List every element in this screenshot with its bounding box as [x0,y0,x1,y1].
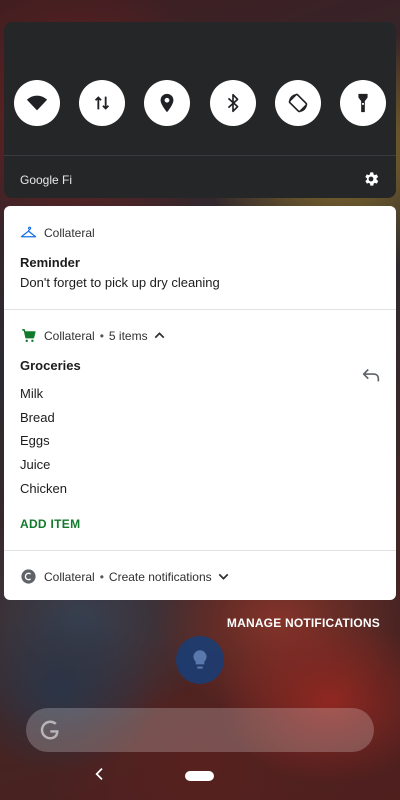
lightbulb-icon [193,650,207,669]
quick-settings-panel: Google Fi [4,22,396,198]
hanger-icon [20,226,37,238]
carrier-label: Google Fi [20,173,73,187]
list-item: Bread [20,409,55,425]
list-item: Eggs [20,433,50,449]
bluetooth-icon [227,93,238,113]
mobile-data-icon [95,96,110,110]
mobile-data-tile[interactable] [79,80,126,126]
flashlight-icon [358,93,368,113]
flashlight-tile[interactable] [339,80,386,126]
location-tile[interactable] [144,80,191,126]
wifi-icon [26,95,48,111]
notification-header[interactable]: Collateral • Create notifications [20,568,239,585]
groceries-notification[interactable]: Collateral • 5 items Groceries Milk Brea… [4,309,396,550]
list-item: Chicken [20,480,67,496]
create-notifications-notification[interactable]: Collateral • Create notifications [4,550,396,599]
list-item: Juice [20,457,51,473]
home-pill[interactable] [185,771,214,781]
home-app-icon[interactable] [176,636,224,684]
notification-title: Reminder [20,255,80,270]
auto-rotate-tile[interactable] [274,80,321,126]
chevron-up-icon[interactable] [151,327,168,344]
header-separator: • [99,328,104,343]
app-name: Collateral [44,569,95,584]
notification-header: Collateral [20,224,95,241]
shopping-cart-icon [22,329,36,343]
reply-icon[interactable] [360,364,382,386]
channel-name: Create notifications [108,569,212,584]
manage-notifications-button[interactable]: MANAGE NOTIFICATIONS [227,616,380,630]
gear-icon[interactable] [362,170,380,188]
bluetooth-tile[interactable] [209,80,256,126]
google-search-bar[interactable] [26,708,374,752]
quick-settings-divider [4,155,396,156]
notification-card: Collateral Reminder Don't forget to pick… [4,206,396,600]
notification-title: Groceries [20,358,81,373]
wifi-tile[interactable] [14,80,60,126]
notification-header[interactable]: Collateral • 5 items [20,327,175,344]
location-icon [160,93,174,113]
grocery-list: Milk Bread Eggs Juice Chicken [20,382,67,500]
auto-rotate-icon [288,93,308,113]
reminder-notification[interactable]: Collateral Reminder Don't forget to pick… [4,206,396,309]
header-separator: • [99,569,104,584]
navigation-bar [0,760,400,800]
app-badge-icon [21,569,36,584]
list-item: Milk [20,386,44,401]
quick-settings-tiles [14,80,386,126]
google-g-icon [40,720,59,740]
back-icon[interactable] [92,766,108,782]
item-count: 5 items [108,328,148,343]
app-name: Collateral [44,225,95,240]
add-item-button[interactable]: ADD ITEM [20,517,80,531]
chevron-down-icon[interactable] [215,568,232,585]
app-name: Collateral [44,328,95,343]
notification-body: Don't forget to pick up dry cleaning [20,275,220,290]
